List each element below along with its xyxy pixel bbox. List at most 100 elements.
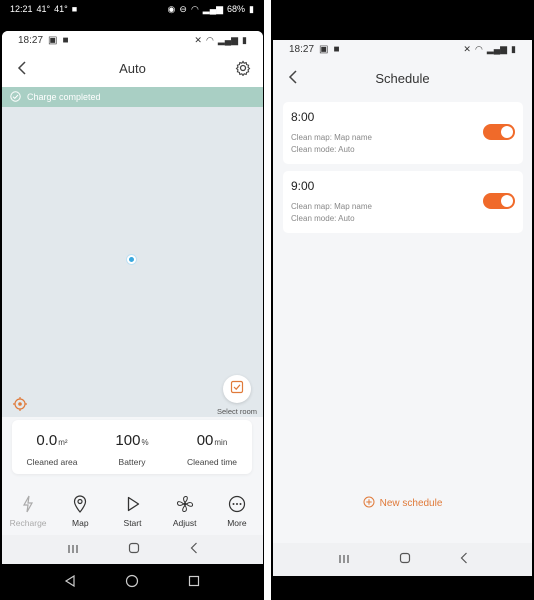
select-room-button[interactable]: Select room [217,375,257,416]
schedule-map: Clean map: Map name [291,202,372,211]
alarm-icon: ◉ [167,3,176,14]
plus-circle-icon [363,496,375,511]
video-icon: ■ [71,4,78,14]
stat-label: Cleaned area [26,457,78,467]
wifi-icon: ◠ [474,43,483,54]
video-icon: ■ [62,34,69,46]
charge-status-banner: Charge completed [2,87,263,107]
outer-temp: 41° [36,4,51,14]
wifi-icon: ◠ [190,3,199,14]
nav-label: More [227,518,247,528]
map-canvas[interactable]: Select room [2,107,263,417]
back-icon[interactable] [12,58,32,78]
stat-unit: m² [58,438,68,447]
more-button[interactable]: More [211,491,263,535]
battery-icon: ▮ [511,43,516,54]
play-icon [106,495,158,513]
outer-temp-2: 41° [54,4,68,14]
start-button[interactable]: Start [106,491,158,535]
schedule-item[interactable]: 9:00 Clean map: Map name Clean mode: Aut… [283,171,523,233]
screenshot-stage: 12:21 41° 41° ■ ◉ ⊖ ◠ ▂▄▆ 68% ▮ 18:27 ▣ … [0,0,534,600]
nav-label: Start [123,518,142,528]
mute-icon: ✕ [463,43,471,54]
status-time: 18:27 [289,43,315,55]
bottom-action-bar: Recharge Map Start Adjust More [2,491,263,535]
recharge-icon [2,495,54,513]
back-triangle-icon[interactable] [64,574,76,592]
nav-label: Map [72,518,89,528]
map-pin-icon [54,495,106,513]
recharge-button[interactable]: Recharge [2,491,54,535]
signal-icon: ▂▄▆ [217,34,239,45]
image-icon: ▣ [48,34,58,46]
outer-system-nav-bar [0,566,264,600]
check-circle-icon [10,90,21,104]
toggle-knob [501,195,513,207]
new-schedule-button[interactable]: New schedule [273,496,532,511]
outer-status-bar: 12:21 41° 41° ■ ◉ ⊖ ◠ ▂▄▆ 68% ▮ [0,0,264,18]
battery-icon: ▮ [242,34,247,45]
stat-cleaned-area: 0.0m² Cleaned area [12,420,92,474]
charge-status-text: Charge completed [27,92,101,102]
map-button[interactable]: Map [54,491,106,535]
stat-value: 00 [196,432,214,449]
stat-label: Cleaned time [186,457,238,467]
nav-label: Adjust [172,518,197,528]
schedule-toggle[interactable] [483,193,515,209]
cleaning-stats-card: 0.0m² Cleaned area 100% Battery 00min Cl… [12,420,252,474]
stat-value: 0.0 [36,432,58,449]
recents-icon[interactable] [338,551,350,569]
robot-position-marker [127,255,136,264]
stat-value: 100 [115,432,141,449]
schedule-map: Clean map: Map name [291,133,372,142]
status-bar: 18:27 ▣ ■ ✕ ◠ ▂▄▆ ▮ [2,31,263,49]
locate-icon[interactable] [10,394,30,414]
status-bar: 18:27 ▣ ■ ✕ ◠ ▂▄▆ ▮ [273,40,532,58]
toggle-knob [501,126,513,138]
nav-label: Recharge [9,518,47,528]
dnd-icon: ⊖ [179,3,187,14]
image-icon: ▣ [319,43,329,55]
status-time: 18:27 [18,34,44,46]
home-icon[interactable] [399,551,411,569]
schedule-mode: Clean mode: Auto [291,145,355,154]
stat-unit: % [141,438,149,447]
stat-battery: 100% Battery [92,420,172,474]
page-title: Auto [119,60,146,76]
app-header: Schedule [273,58,532,98]
outer-battery-text: 68% [227,4,246,14]
right-phone: 18:27 ▣ ■ ✕ ◠ ▂▄▆ ▮ Schedule 8:00 Clean … [271,0,534,600]
schedule-mode: Clean mode: Auto [291,214,355,223]
left-app-screen: 18:27 ▣ ■ ✕ ◠ ▂▄▆ ▮ Auto Charge complete… [2,31,263,564]
fan-icon [159,495,211,513]
wifi-icon: ◠ [205,34,214,45]
signal-icon: ▂▄▆ [202,3,224,14]
back-nav-icon[interactable] [190,541,198,559]
video-icon: ■ [333,43,340,55]
system-nav-bar [2,535,263,564]
home-icon[interactable] [128,541,140,559]
schedule-item[interactable]: 8:00 Clean map: Map name Clean mode: Aut… [283,102,523,164]
home-circle-icon[interactable] [125,574,139,593]
gear-icon[interactable] [233,58,253,78]
checkbox-icon [230,380,244,399]
recents-icon[interactable] [67,541,79,559]
stat-label: Battery [118,457,146,467]
new-schedule-label: New schedule [379,498,443,509]
system-nav-bar [273,543,532,576]
schedule-toggle[interactable] [483,124,515,140]
stat-cleaned-time: 00min Cleaned time [172,420,252,474]
battery-icon: ▮ [249,3,254,14]
select-room-label: Select room [217,407,258,416]
right-app-screen: 18:27 ▣ ■ ✕ ◠ ▂▄▆ ▮ Schedule 8:00 Clean … [273,40,532,576]
schedule-time: 8:00 [291,110,315,124]
mute-icon: ✕ [194,34,202,45]
back-icon[interactable] [283,67,303,87]
page-title: Schedule [375,70,430,86]
left-phone: 12:21 41° 41° ■ ◉ ⊖ ◠ ▂▄▆ 68% ▮ 18:27 ▣ … [0,0,264,600]
recents-square-icon[interactable] [188,574,200,592]
back-nav-icon[interactable] [460,551,468,569]
schedule-time: 9:00 [291,179,315,193]
signal-icon: ▂▄▆ [486,43,508,54]
adjust-button[interactable]: Adjust [159,491,211,535]
